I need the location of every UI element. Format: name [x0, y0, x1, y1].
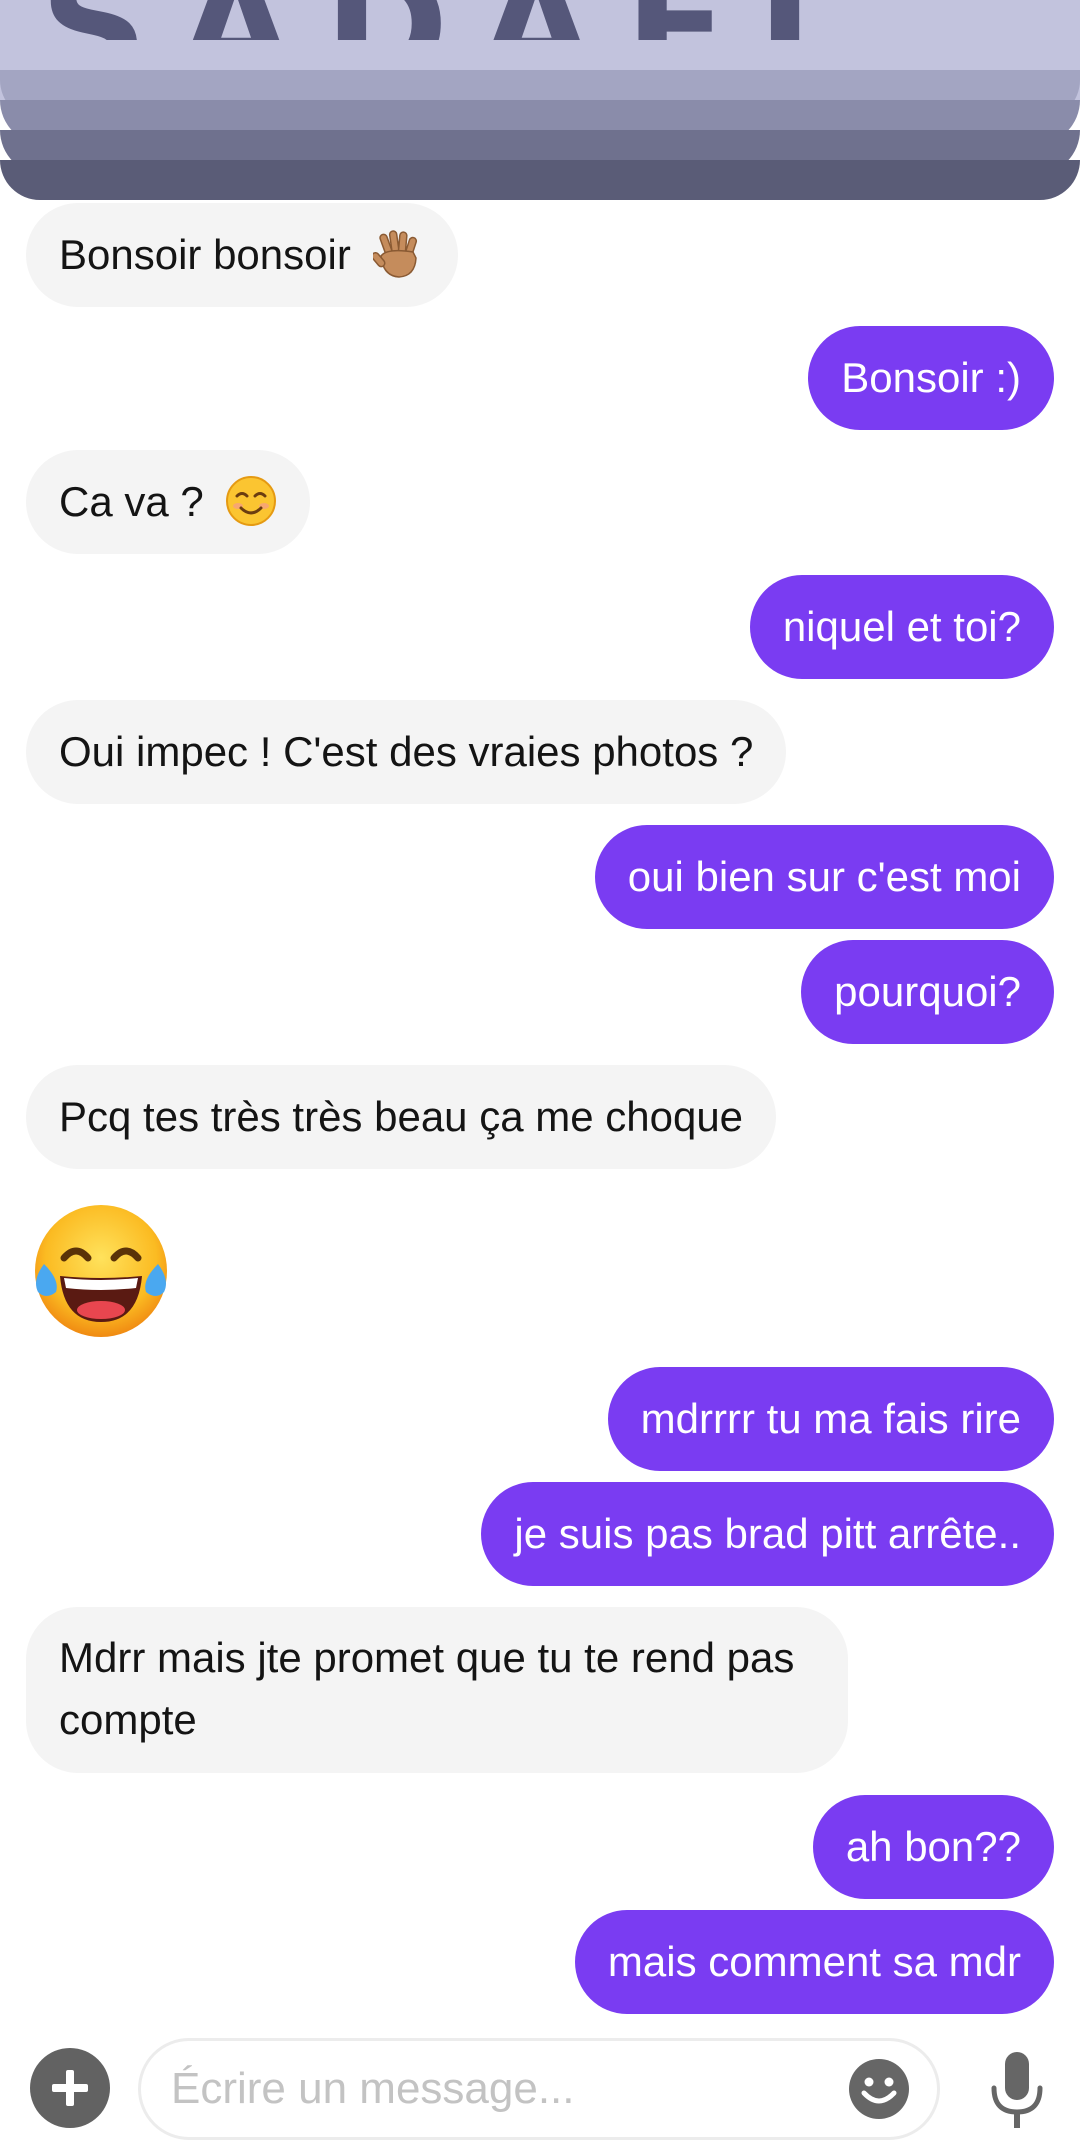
message-text: oui bien sur c'est moi: [627, 853, 1021, 900]
message-text: Ca va ?: [59, 478, 204, 525]
message-text: je suis pas brad pitt arrête..: [514, 1510, 1021, 1557]
message-incoming[interactable]: Mdrr mais jte promet que tu te rend pas …: [26, 1607, 848, 1773]
message-text: ah bon??: [845, 1823, 1021, 1870]
tears-of-joy-icon[interactable]: [30, 1200, 172, 1342]
message-composer: [0, 2020, 1080, 2148]
message-input-container[interactable]: [138, 2038, 940, 2140]
message-incoming[interactable]: Oui impec ! C'est des vraies photos ?: [26, 700, 787, 804]
message-outgoing[interactable]: mdrrrr tu ma fais rire: [607, 1367, 1054, 1471]
banner-band: [0, 160, 1080, 200]
message-text: Mdrr mais jte promet que tu te rend pas …: [59, 1634, 795, 1743]
message-incoming[interactable]: Ca va ?: [26, 450, 311, 554]
message-outgoing[interactable]: ah bon??: [812, 1795, 1054, 1899]
message-outgoing[interactable]: niquel et toi?: [749, 575, 1054, 679]
message-text: Oui impec ! C'est des vraies photos ?: [59, 728, 754, 775]
profile-banner: SADAEL: [0, 0, 1080, 210]
message-text: pourquoi?: [834, 968, 1021, 1015]
message-text: Pcq tes très très beau ça me choque: [59, 1093, 744, 1140]
message-incoming[interactable]: Bonsoir bonsoir: [26, 203, 458, 307]
message-text: Bonsoir :): [841, 354, 1021, 401]
add-attachment-button[interactable]: [30, 2048, 110, 2128]
message-incoming[interactable]: Pcq tes très très beau ça me choque: [26, 1065, 777, 1169]
message-outgoing[interactable]: pourquoi?: [801, 940, 1054, 1044]
microphone-icon[interactable]: [986, 2050, 1048, 2132]
message-outgoing[interactable]: oui bien sur c'est moi: [594, 825, 1054, 929]
message-text: mdrrrr tu ma fais rire: [640, 1395, 1021, 1442]
message-outgoing[interactable]: Bonsoir :): [808, 326, 1054, 430]
waving-hand-icon: [372, 230, 417, 278]
message-text: niquel et toi?: [782, 603, 1021, 650]
message-outgoing[interactable]: mais comment sa mdr: [574, 1910, 1054, 2014]
smiling-face-icon: [226, 475, 277, 526]
message-text: Bonsoir bonsoir: [59, 231, 351, 278]
message-text: mais comment sa mdr: [607, 1938, 1021, 1985]
smiley-icon[interactable]: [847, 2057, 911, 2121]
banner-text: SADAEL: [40, 0, 1080, 40]
message-outgoing[interactable]: je suis pas brad pitt arrête..: [481, 1482, 1054, 1586]
plus-icon: [52, 2070, 88, 2106]
message-input[interactable]: [171, 2041, 851, 2137]
